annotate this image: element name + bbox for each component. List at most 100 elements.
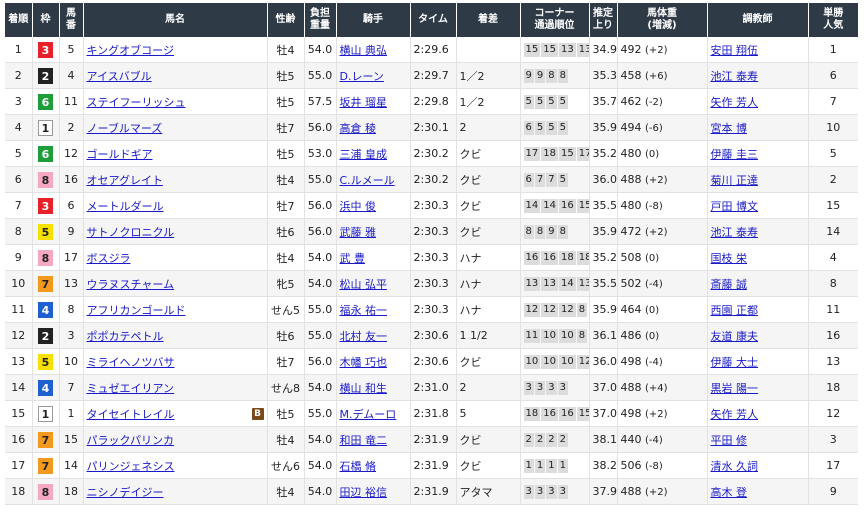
waku-cell: 7 (32, 426, 60, 453)
jockey-link[interactable]: 松山 弘平 (340, 278, 388, 291)
body-weight-diff: (-4) (645, 357, 663, 368)
horse-name-cell: ウラヌスチャーム (83, 270, 268, 297)
waku-badge: 4 (38, 379, 53, 396)
jockey-link[interactable]: 坂井 瑠星 (340, 96, 388, 109)
horse-name-link[interactable]: サトノクロニクル (87, 226, 175, 239)
horse-name-cell: キングオブコージ (83, 37, 268, 63)
jockey-link[interactable]: 武 豊 (340, 252, 366, 265)
jockey-link[interactable]: 北村 友一 (340, 330, 388, 343)
sex-age-cell: 牡5 (267, 140, 305, 167)
horse-name-cell: ゴールドギア (83, 140, 268, 167)
jockey-link[interactable]: 横山 典弘 (340, 44, 388, 57)
header-margin: 着差 (456, 3, 521, 37)
horse-name-link[interactable]: ステイフーリッシュ (87, 96, 186, 109)
horse-name-link[interactable]: アフリカンゴールド (87, 304, 186, 317)
waku-badge: 2 (38, 327, 53, 344)
time-cell: 2:30.2 (410, 140, 457, 167)
trainer-link[interactable]: 斎藤 誠 (711, 278, 748, 291)
jockey-link[interactable]: C.ルメール (340, 174, 395, 187)
horse-name-link[interactable]: タイセイトレイル (87, 408, 175, 421)
table-row: 1511タイセイトレイルB牡555.0M.デムーロ2:31.8518161615… (5, 400, 858, 427)
trainer-link[interactable]: 池江 泰寿 (711, 70, 759, 83)
jockey-link[interactable]: 三浦 皇成 (340, 148, 388, 161)
corner-position: 7 (534, 173, 546, 187)
trainer-cell: 黒岩 陽一 (707, 374, 809, 401)
jockey-link[interactable]: 高倉 稜 (340, 122, 377, 135)
corner-cell: 2222 (520, 426, 590, 453)
header-body-weight: 馬体重 (増減) (617, 3, 708, 37)
horse-name-link[interactable]: オセアグレイト (87, 174, 163, 187)
corner-position: 8 (557, 225, 568, 239)
popularity-cell: 5 (808, 140, 858, 167)
horse-name-link[interactable]: ウラヌスチャーム (87, 278, 175, 291)
jockey-cell: 福永 祐一 (336, 296, 411, 323)
trainer-link[interactable]: 安田 翔伍 (711, 44, 759, 57)
horse-name-link[interactable]: ニシノデイジー (87, 486, 164, 499)
corner-position: 17 (523, 147, 541, 161)
trainer-link[interactable]: 高木 登 (711, 486, 748, 499)
jockey-link[interactable]: 田辺 裕信 (340, 486, 388, 499)
body-weight-diff: (+6) (645, 71, 668, 82)
jockey-link[interactable]: 福永 祐一 (340, 304, 388, 317)
horse-name-link[interactable]: ボスジラ (87, 252, 131, 265)
trainer-link[interactable]: 宮本 博 (711, 122, 748, 135)
corner-position: 8 (557, 69, 568, 83)
horse-name-cell: ポポカテペトル (83, 322, 268, 349)
horse-name-link[interactable]: パリンジェネシス (87, 460, 175, 473)
trainer-link[interactable]: 黒岩 陽一 (711, 382, 759, 395)
trainer-link[interactable]: 池江 泰寿 (711, 226, 759, 239)
trainer-cell: 宮本 博 (707, 114, 809, 141)
header-time: タイム (410, 3, 457, 37)
horse-name-link[interactable]: パラックパリンカ (87, 434, 174, 447)
trainer-link[interactable]: 平田 修 (711, 434, 748, 447)
horse-name-link[interactable]: ミライヘノツバサ (87, 356, 175, 369)
last3f-cell: 37.0 (589, 374, 618, 401)
waku-badge: 6 (38, 93, 53, 110)
rank-cell: 14 (5, 374, 33, 401)
horse-name-link[interactable]: ミュゼエイリアン (87, 382, 175, 395)
body-weight-value: 494 (620, 121, 642, 134)
popularity-cell: 13 (808, 348, 858, 375)
jockey-link[interactable]: M.デムーロ (340, 408, 397, 421)
jockey-link[interactable]: D.レーン (340, 70, 384, 83)
trainer-link[interactable]: 矢作 芳人 (711, 96, 759, 109)
corner-position: 5 (557, 173, 568, 187)
trainer-link[interactable]: 矢作 芳人 (711, 408, 759, 421)
sex-age-cell: 牡5 (267, 88, 305, 115)
trainer-link[interactable]: 伊藤 大士 (711, 356, 759, 369)
header-corners-line2: 通過順位 (534, 20, 575, 31)
jockey-link[interactable]: 木幡 巧也 (340, 356, 388, 369)
trainer-link[interactable]: 西園 正都 (711, 304, 759, 317)
body-weight-value: 464 (620, 303, 642, 316)
horse-name-link[interactable]: キングオブコージ (87, 44, 174, 57)
margin-cell: アタマ (456, 478, 521, 505)
horse-name-link[interactable]: ポポカテペトル (87, 330, 164, 343)
header-popularity-line1: 単勝 (823, 8, 844, 19)
body-weight-value: 480 (620, 147, 642, 160)
trainer-link[interactable]: 友道 康夫 (711, 330, 759, 343)
trainer-link[interactable]: 菊川 正達 (711, 174, 759, 187)
jockey-link[interactable]: 浜中 俊 (340, 200, 377, 213)
horse-name-cell: ステイフーリッシュ (83, 88, 268, 115)
body-weight-value: 488 (620, 173, 642, 186)
horse-number-cell: 13 (59, 270, 84, 297)
trainer-link[interactable]: 国枝 栄 (711, 252, 748, 265)
jockey-link[interactable]: 武藤 雅 (340, 226, 377, 239)
trainer-cell: 菊川 正達 (707, 166, 809, 193)
table-row: 4 1 2 ノーブルマーズ 牡7 56.0 高倉 稜 2:30.1 2 6 5 5 5 35.9 494 (… (5, 114, 858, 141)
jockey-link[interactable]: 石橋 脩 (340, 460, 377, 473)
trainer-link[interactable]: 戸田 博文 (711, 200, 759, 213)
weight-cell: 54.0 (304, 426, 337, 453)
body-weight-diff: (+2) (645, 45, 668, 56)
jockey-link[interactable]: 和田 竜二 (340, 434, 388, 447)
jockey-link[interactable]: 横山 和生 (340, 382, 388, 395)
table-row: 6 8 16 オセアグレイト 牡4 55.0 C.ルメール 2:30.2 クビ 6 7 7 5 36.0 4… (5, 166, 858, 193)
trainer-link[interactable]: 清水 久詞 (711, 460, 759, 473)
horse-name-link[interactable]: メートルダール (87, 200, 164, 213)
horse-name-link[interactable]: アイスバブル (87, 70, 152, 83)
horse-name-link[interactable]: ゴールドギア (87, 148, 153, 161)
corner-position: 5 (534, 95, 546, 109)
horse-name-link[interactable]: ノーブルマーズ (87, 122, 163, 135)
jockey-cell: 木幡 巧也 (336, 348, 411, 375)
trainer-link[interactable]: 伊藤 圭三 (711, 148, 759, 161)
